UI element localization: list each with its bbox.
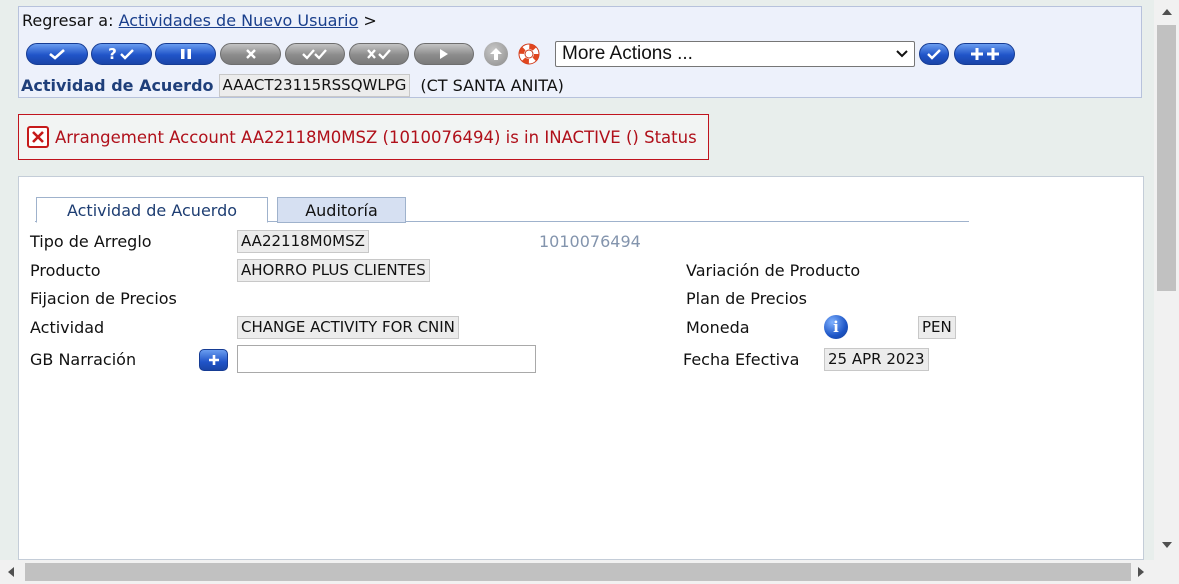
scroll-right-icon[interactable]	[1138, 567, 1144, 577]
next-button[interactable]	[414, 43, 474, 65]
scroll-up-icon[interactable]	[1162, 9, 1172, 15]
check-icon	[49, 49, 65, 60]
validate-query-button[interactable]: ?	[91, 43, 152, 65]
authorise-button[interactable]	[285, 43, 345, 65]
lifebuoy-icon	[518, 43, 540, 65]
validate-button[interactable]	[26, 43, 88, 65]
moneda-label: Moneda	[686, 318, 750, 337]
actividad-value: CHANGE ACTIVITY FOR CNIN	[237, 316, 459, 339]
hold-button[interactable]	[155, 43, 216, 65]
tipo-arreglo-label: Tipo de Arreglo	[30, 232, 152, 251]
breadcrumb-suffix: >	[363, 11, 377, 30]
scroll-left-icon[interactable]	[8, 567, 14, 577]
cross-check-icon	[367, 49, 391, 60]
expand-field-button[interactable]	[199, 349, 228, 371]
play-icon	[440, 49, 448, 59]
check-icon	[927, 49, 941, 60]
reverse-button[interactable]	[349, 43, 409, 65]
gb-narracion-label: GB Narración	[30, 350, 137, 369]
add-new-button[interactable]	[954, 43, 1015, 65]
activity-label: Actividad de Acuerdo	[21, 76, 214, 95]
activity-id: AAACT23115RSSQWLPG	[218, 74, 411, 97]
transaction-header: Regresar a: Actividades de Nuevo Usuario…	[18, 6, 1142, 98]
tipo-arreglo-value: AA22118M0MSZ	[237, 230, 369, 253]
breadcrumb: Regresar a: Actividades de Nuevo Usuario…	[22, 11, 377, 30]
scroll-down-icon[interactable]	[1162, 542, 1172, 548]
breadcrumb-link[interactable]: Actividades de Nuevo Usuario	[119, 11, 359, 30]
double-plus-icon	[970, 48, 999, 60]
question-icon: ?	[108, 44, 117, 63]
variacion-producto-label: Variación de Producto	[686, 261, 861, 280]
form-panel: Actividad de Acuerdo Auditoría Tipo de A…	[18, 176, 1144, 560]
upload-button[interactable]	[484, 42, 508, 66]
double-check-icon	[302, 49, 327, 60]
pause-icon	[180, 49, 191, 59]
plan-precios-label: Plan de Precios	[686, 289, 808, 308]
breadcrumb-prefix: Regresar a:	[22, 11, 114, 30]
producto-label: Producto	[30, 261, 101, 280]
fijacion-precios-label: Fijacion de Precios	[30, 289, 177, 308]
delete-button[interactable]	[220, 43, 281, 65]
error-message: Arrangement Account AA22118M0MSZ (101007…	[55, 127, 697, 147]
tab-auditoria[interactable]: Auditoría	[277, 197, 406, 223]
tipo-arreglo-account: 1010076494	[539, 232, 641, 251]
info-icon[interactable]: i	[824, 315, 848, 339]
plus-icon	[208, 355, 219, 365]
error-banner: Arrangement Account AA22118M0MSZ (101007…	[18, 114, 709, 160]
activity-desc: (CT SANTA ANITA)	[420, 76, 564, 95]
go-button[interactable]	[919, 43, 949, 65]
moneda-value: PEN	[918, 316, 956, 339]
activity-line: Actividad de Acuerdo AAACT23115RSSQWLPG …	[21, 74, 564, 97]
producto-value: AHORRO PLUS CLIENTES	[237, 259, 430, 282]
horizontal-scroll-thumb[interactable]	[25, 563, 1131, 581]
check-icon	[119, 49, 134, 60]
more-actions-select[interactable]: More Actions ...	[555, 41, 915, 67]
error-icon	[27, 126, 49, 148]
fecha-efectiva-label: Fecha Efectiva	[683, 350, 800, 369]
actividad-label: Actividad	[30, 318, 105, 337]
vertical-scroll-thumb[interactable]	[1157, 25, 1176, 291]
gb-narracion-input[interactable]	[237, 345, 536, 373]
more-actions-label: More Actions ...	[562, 43, 693, 64]
help-button[interactable]	[517, 42, 541, 66]
fecha-efectiva-value: 25 APR 2023	[824, 348, 929, 371]
tab-actividad-de-acuerdo[interactable]: Actividad de Acuerdo	[36, 197, 268, 223]
cross-icon	[245, 49, 256, 59]
chevron-down-icon	[896, 50, 908, 58]
up-arrow-icon	[490, 48, 502, 60]
